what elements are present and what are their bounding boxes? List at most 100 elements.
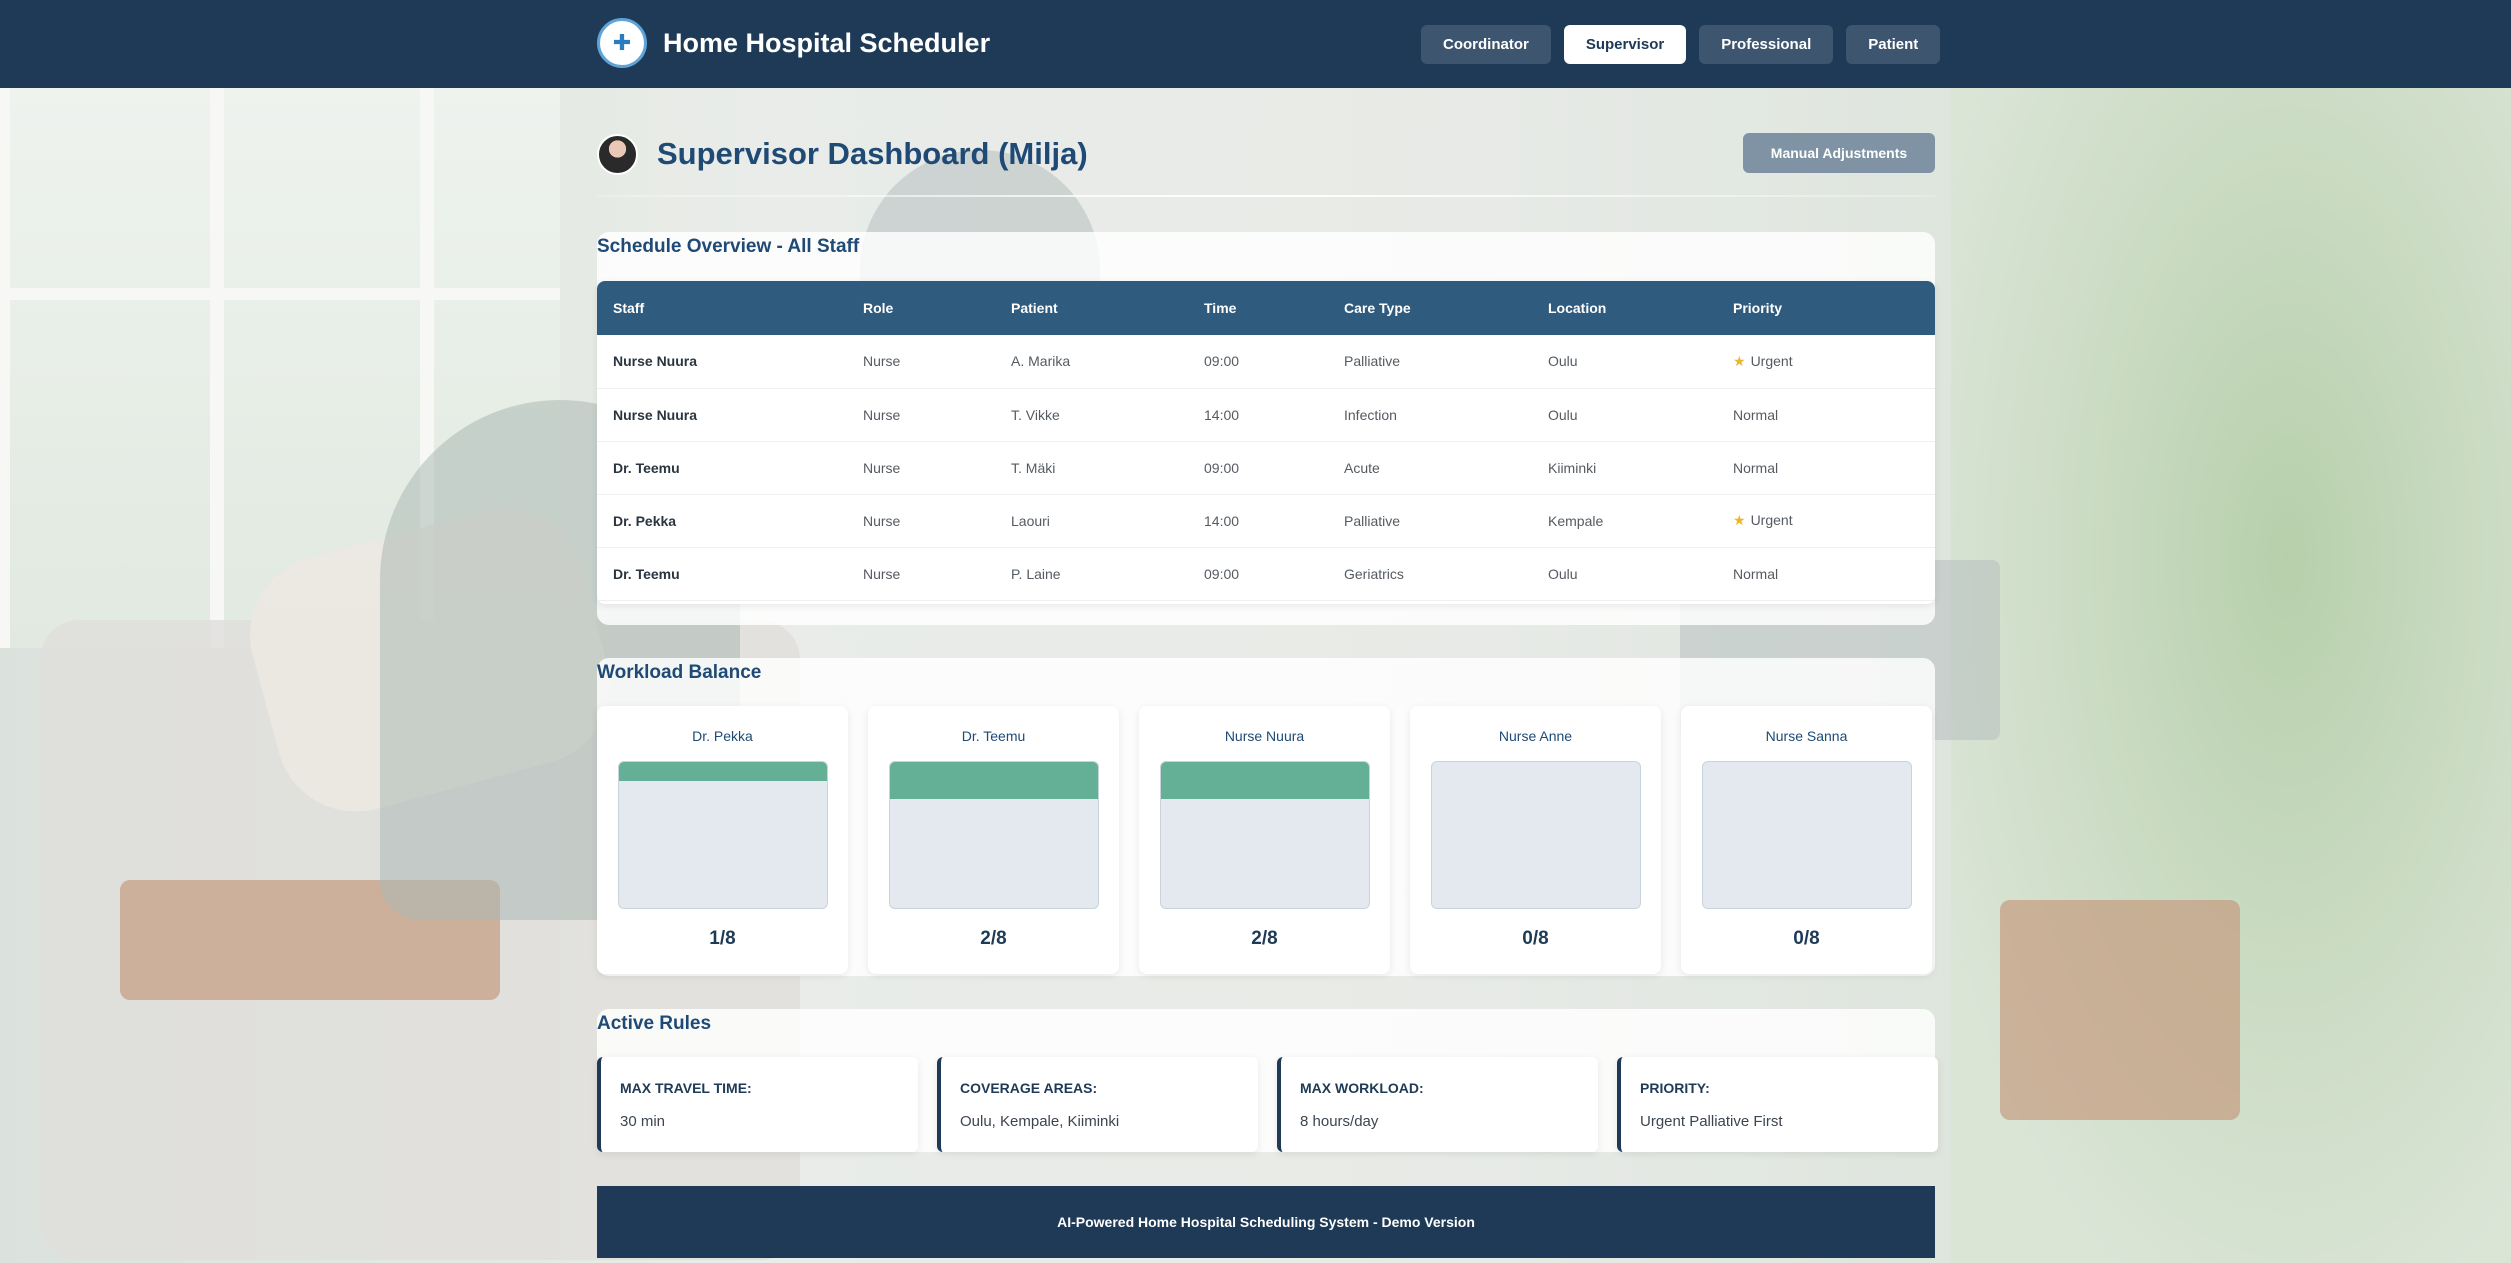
cell-time: 09:00 bbox=[1204, 459, 1240, 476]
page-header: Supervisor Dashboard (Milja) Manual Adju… bbox=[597, 88, 1935, 197]
nav-coordinator-button[interactable]: Coordinator bbox=[1421, 25, 1551, 64]
workload-count: 1/8 bbox=[709, 928, 736, 949]
col-staff[interactable]: Staff bbox=[597, 281, 847, 335]
rule-label: MAX WORKLOAD: bbox=[1300, 1080, 1424, 1096]
workload-card: Dr. Pekka 1/8 bbox=[597, 706, 848, 974]
rule-label: PRIORITY: bbox=[1640, 1080, 1710, 1096]
cell-time: 14:00 bbox=[1204, 512, 1240, 529]
cell-time: 09:00 bbox=[1204, 565, 1240, 582]
rule-value: 30 min bbox=[620, 1113, 666, 1130]
workload-bar bbox=[618, 761, 828, 909]
priority-label: Urgent bbox=[1750, 512, 1793, 528]
priority-label: Normal bbox=[1733, 406, 1779, 423]
rule-value: Urgent Palliative First bbox=[1640, 1113, 1783, 1130]
avatar bbox=[597, 134, 638, 175]
workload-staff-name: Nurse Sanna bbox=[1765, 728, 1848, 744]
cell-care-type: Acute bbox=[1344, 459, 1380, 476]
rule-value: 8 hours/day bbox=[1300, 1113, 1379, 1130]
cell-staff: Dr. Teemu bbox=[613, 459, 680, 476]
cell-role: Nurse bbox=[863, 406, 901, 423]
col-patient[interactable]: Patient bbox=[995, 281, 1188, 335]
cell-role: Nurse bbox=[863, 353, 901, 370]
workload-staff-name: Dr. Pekka bbox=[692, 728, 753, 744]
cell-patient: P. Laine bbox=[1011, 565, 1061, 582]
rule-card: PRIORITY: Urgent Palliative First bbox=[1617, 1057, 1938, 1152]
workload-bar-fill bbox=[890, 762, 1098, 799]
table-header-row: Staff Role Patient Time Care Type Locati… bbox=[597, 281, 1935, 335]
cell-location: Kiiminki bbox=[1548, 459, 1597, 476]
table-row[interactable]: Dr. Pekka Nurse Laouri 14:00 Palliative Kempa… bbox=[597, 494, 1935, 547]
cell-role: Nurse bbox=[863, 512, 901, 529]
col-priority[interactable]: Priority bbox=[1717, 281, 1935, 335]
cell-patient: A. Marika bbox=[1011, 353, 1071, 370]
brand-title: Home Hospital Scheduler bbox=[663, 27, 991, 58]
footer: AI-Powered Home Hospital Scheduling Syst… bbox=[597, 1186, 1935, 1258]
col-role[interactable]: Role bbox=[847, 281, 995, 335]
cell-priority: Normal bbox=[1717, 388, 1935, 441]
cell-location: Kempale bbox=[1548, 512, 1604, 529]
workload-card: Nurse Anne 0/8 bbox=[1410, 706, 1661, 974]
cell-priority: ★ Urgent bbox=[1717, 494, 1935, 547]
priority-label: Urgent bbox=[1750, 352, 1793, 369]
workload-count: 0/8 bbox=[1522, 928, 1549, 949]
top-bar: ✚ Home Hospital Scheduler Coordinator Sup… bbox=[0, 0, 2511, 88]
priority-label: Normal bbox=[1733, 459, 1779, 476]
table-row[interactable]: Dr. Teemu Nurse P. Laine 09:00 Geriatrics Oul… bbox=[597, 547, 1935, 600]
workload-bar bbox=[1160, 761, 1370, 909]
col-location[interactable]: Location bbox=[1532, 281, 1717, 335]
cell-care-type: Infection bbox=[1344, 406, 1397, 423]
workload-bar-fill bbox=[1161, 762, 1369, 799]
cell-time: 14:00 bbox=[1204, 406, 1240, 423]
workload-count: 2/8 bbox=[1251, 928, 1278, 949]
header-divider bbox=[597, 195, 1935, 197]
workload-staff-name: Nurse Nuura bbox=[1224, 728, 1305, 744]
schedule-title: Schedule Overview - All Staff bbox=[597, 236, 860, 257]
hospital-logo-icon: ✚ bbox=[597, 18, 647, 68]
cell-priority: ★ Urgent bbox=[1717, 335, 1935, 388]
nav-patient-button[interactable]: Patient bbox=[1846, 25, 1941, 64]
cell-role: Nurse bbox=[863, 565, 901, 582]
cell-priority: Normal bbox=[1717, 547, 1935, 600]
workload-bar bbox=[1431, 761, 1641, 909]
nav-professional-button[interactable]: Professional bbox=[1699, 25, 1834, 64]
rule-value: Oulu, Kempale, Kiiminki bbox=[960, 1113, 1120, 1130]
table-row[interactable]: Nurse Nuura Nurse A. Marika 09:00 Palliative… bbox=[597, 335, 1935, 388]
cell-time: 09:00 bbox=[1204, 353, 1240, 370]
role-nav: Coordinator Supervisor Professional Patient bbox=[1421, 25, 1941, 64]
workload-count: 2/8 bbox=[980, 928, 1007, 949]
cell-patient: T. Mäki bbox=[1011, 459, 1056, 476]
cell-staff: Nurse Nuura bbox=[613, 406, 698, 423]
active-rules: Active Rules MAX TRAVEL TIME: 30 min COVER… bbox=[597, 1009, 1938, 1152]
workload-staff-name: Nurse Anne bbox=[1498, 728, 1573, 744]
main-content: Supervisor Dashboard (Milja) Manual Adju… bbox=[597, 88, 1938, 1258]
manual-adjustments-button[interactable]: Manual Adjustments bbox=[1743, 133, 1935, 173]
table-row[interactable]: Nurse Nuura Nurse T. Vikke 14:00 Infection Ou… bbox=[597, 388, 1935, 441]
workload-bar bbox=[889, 761, 1099, 909]
rules-title: Active Rules bbox=[597, 1013, 712, 1034]
workload-bar bbox=[1702, 761, 1912, 909]
rule-card: MAX WORKLOAD: 8 hours/day bbox=[1277, 1057, 1598, 1152]
star-icon: ★ bbox=[1733, 352, 1746, 369]
cell-care-type: Palliative bbox=[1344, 353, 1401, 370]
col-time[interactable]: Time bbox=[1188, 281, 1328, 335]
cell-role: Nurse bbox=[863, 459, 901, 476]
rule-label: COVERAGE AREAS: bbox=[960, 1080, 1098, 1096]
cell-location: Oulu bbox=[1548, 565, 1578, 582]
cell-staff: Dr. Pekka bbox=[613, 512, 677, 529]
cell-location: Oulu bbox=[1548, 406, 1578, 423]
nav-supervisor-button[interactable]: Supervisor bbox=[1563, 25, 1687, 64]
schedule-overview: Schedule Overview - All Staff Staff Role… bbox=[597, 232, 1935, 625]
brand[interactable]: ✚ Home Hospital Scheduler bbox=[597, 18, 990, 68]
cell-care-type: Geriatrics bbox=[1344, 565, 1404, 582]
table-row[interactable]: Dr. Teemu Nurse T. Mäki 09:00 Acute Kiiminki N… bbox=[597, 441, 1935, 494]
workload-card: Nurse Nuura 2/8 bbox=[1139, 706, 1390, 974]
rule-card: COVERAGE AREAS: Oulu, Kempale, Kiiminki bbox=[937, 1057, 1258, 1152]
cell-care-type: Palliative bbox=[1344, 512, 1401, 529]
priority-label: Normal bbox=[1733, 565, 1779, 582]
workload-title: Workload Balance bbox=[597, 662, 762, 683]
schedule-table: Staff Role Patient Time Care Type Locati… bbox=[597, 281, 1935, 604]
col-care-type[interactable]: Care Type bbox=[1328, 281, 1532, 335]
rule-label: MAX TRAVEL TIME: bbox=[620, 1080, 752, 1096]
workload-bar-fill bbox=[619, 762, 827, 781]
workload-staff-name: Dr. Teemu bbox=[961, 728, 1026, 744]
